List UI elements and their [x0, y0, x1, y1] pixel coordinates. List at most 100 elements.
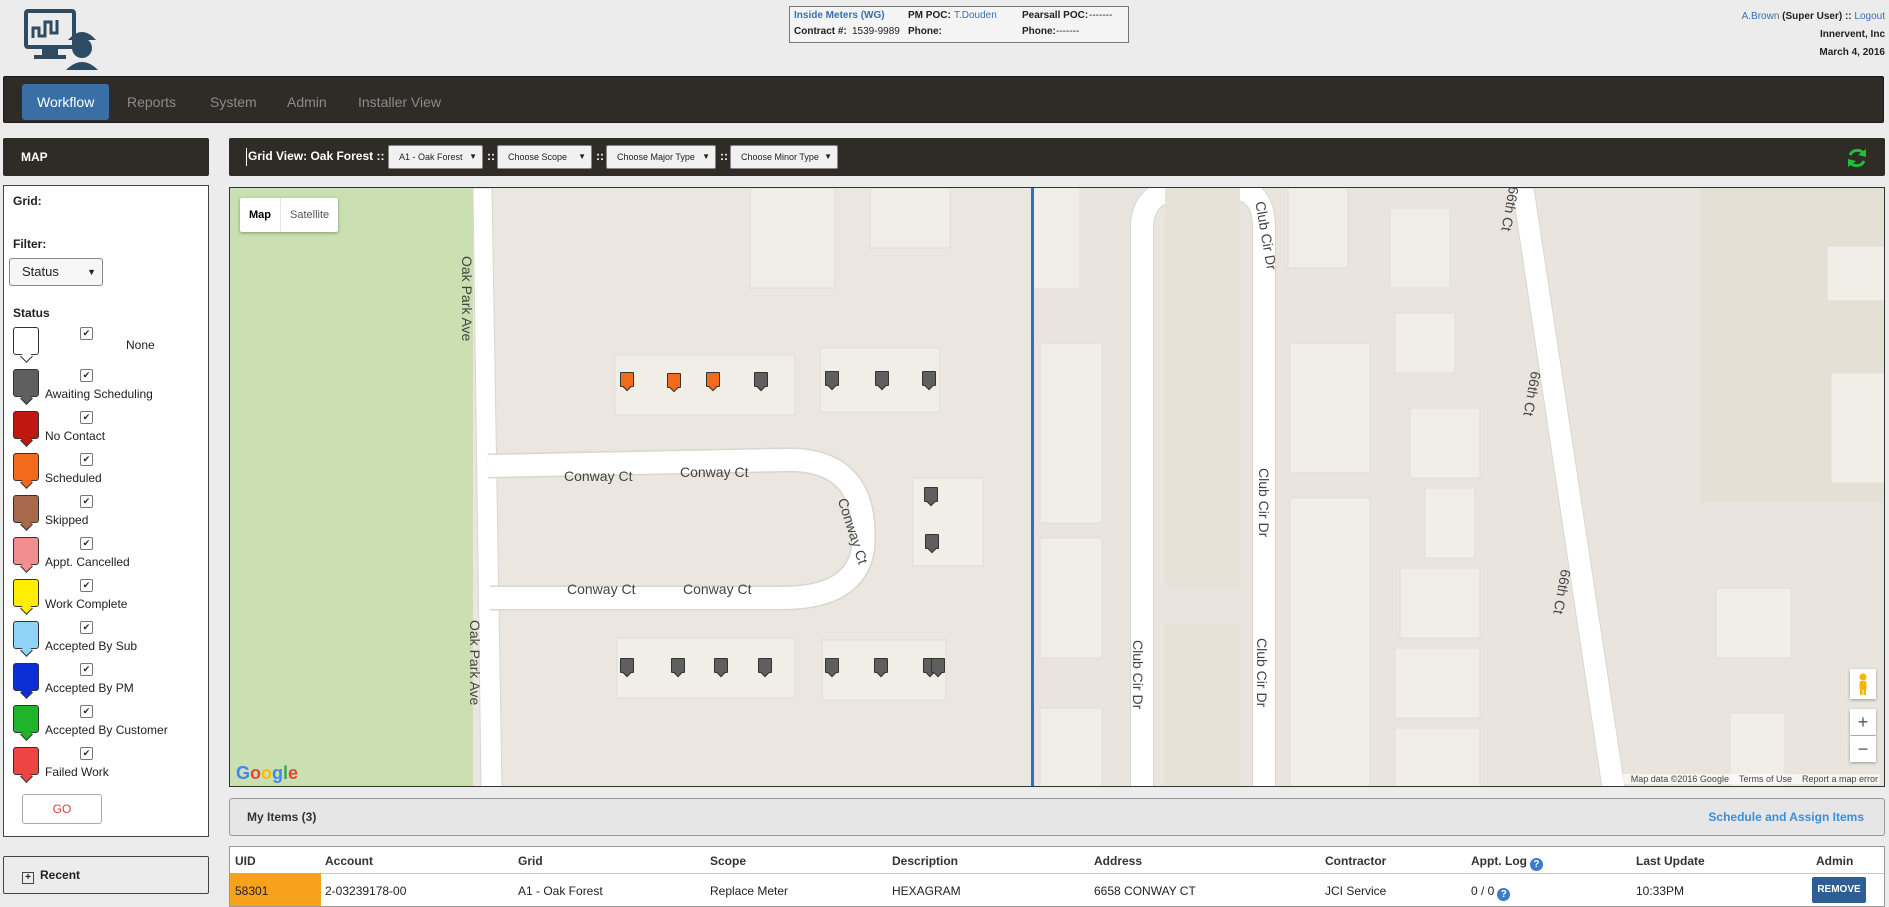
toolbar-separator: :: — [720, 149, 728, 163]
meter-marker-icon[interactable] — [758, 658, 772, 673]
user-company: Innervent, Inc — [1819, 29, 1885, 40]
scope-select-value: Choose Scope — [508, 152, 568, 162]
meter-marker-icon[interactable] — [667, 373, 681, 388]
status-checkbox[interactable]: ✔ — [80, 663, 93, 676]
status-pin-icon — [13, 747, 39, 775]
meter-marker-icon[interactable] — [874, 658, 888, 673]
scope-select[interactable]: Choose Scope ▼ — [497, 145, 592, 169]
meter-marker-icon[interactable] — [875, 371, 889, 386]
map-filter-panel: Grid: Filter: Status ▼ Status ✔ None ✔ Awai… — [3, 185, 209, 837]
cell-uid[interactable]: 58301 — [235, 884, 268, 898]
column-header-scope: Scope — [710, 854, 747, 868]
help-icon[interactable]: ? — [1497, 888, 1511, 901]
chevron-down-icon: ▼ — [578, 152, 586, 161]
pearsall-poc-value: ------- — [1089, 10, 1113, 21]
zoom-in-button[interactable]: + — [1850, 709, 1876, 735]
status-label: Appt. Cancelled — [45, 555, 130, 569]
status-checkbox[interactable]: ✔ — [80, 621, 93, 634]
report-map-error-link[interactable]: Report a map error — [1802, 774, 1878, 784]
contract-value: 1539-9989 — [852, 26, 900, 37]
column-header-description: Description — [892, 854, 959, 868]
minor-type-select-value: Choose Minor Type — [741, 152, 819, 162]
chevron-down-icon: ▼ — [87, 267, 96, 277]
road-label: Club Cir Dr — [1256, 468, 1272, 538]
road-label: Oak Park Ave — [459, 256, 475, 342]
meter-marker-icon[interactable] — [754, 372, 768, 387]
map-type-satellite-button[interactable]: Satellite — [280, 198, 338, 232]
meter-marker-icon[interactable] — [714, 658, 728, 673]
status-checkbox[interactable]: ✔ — [80, 369, 93, 382]
logout-link[interactable]: Logout — [1854, 11, 1885, 22]
status-label: Work Complete — [45, 597, 128, 611]
status-checkbox[interactable]: ✔ — [80, 495, 93, 508]
meter-marker-icon[interactable] — [931, 658, 945, 673]
go-button[interactable]: GO — [22, 794, 102, 824]
status-label: Accepted By Sub — [45, 639, 138, 653]
status-checkbox[interactable]: ✔ — [80, 747, 93, 760]
status-checkbox[interactable]: ✔ — [80, 453, 93, 466]
status-label: Skipped — [45, 513, 89, 527]
column-header-grid: Grid — [518, 854, 543, 868]
meter-marker-icon[interactable] — [620, 658, 634, 673]
status-label: Accepted By Customer — [45, 723, 168, 737]
status-row: ✔ Scheduled — [4, 453, 204, 495]
main-navigation: Workflow Reports System Admin Installer … — [3, 76, 1884, 123]
map-data-credit: Map data ©2016 Google — [1630, 774, 1729, 784]
column-header-address: Address — [1094, 854, 1143, 868]
nav-installer-view[interactable]: Installer View — [343, 84, 456, 120]
user-name-link[interactable]: A.Brown — [1742, 11, 1780, 22]
map-view[interactable]: Oak Park Ave Oak Park Ave Conway Ct Conw… — [229, 187, 1885, 787]
status-checkbox[interactable]: ✔ — [80, 579, 93, 592]
meter-marker-icon[interactable] — [922, 371, 936, 386]
meter-marker-icon[interactable] — [671, 658, 685, 673]
status-checkbox[interactable]: ✔ — [80, 327, 93, 340]
meter-marker-icon[interactable] — [924, 487, 938, 502]
pegman-icon[interactable] — [1850, 669, 1876, 699]
status-pin-icon — [13, 663, 39, 691]
help-icon[interactable]: ? — [1529, 858, 1543, 871]
nav-system[interactable]: System — [195, 84, 272, 120]
status-label: Awaiting Scheduling — [45, 387, 153, 401]
status-label: Failed Work — [45, 765, 109, 779]
nav-workflow[interactable]: Workflow — [22, 84, 110, 120]
cell-description: HEXAGRAM — [892, 884, 961, 898]
status-checkbox[interactable]: ✔ — [80, 537, 93, 550]
major-type-select[interactable]: Choose Major Type ▼ — [606, 145, 716, 169]
chevron-down-icon: ▼ — [824, 152, 832, 161]
status-label: Accepted By PM — [45, 681, 134, 695]
pm-poc-value[interactable]: T.Douden — [954, 10, 997, 21]
terms-of-use-link[interactable]: Terms of Use — [1739, 774, 1792, 784]
meter-marker-icon[interactable] — [825, 371, 839, 386]
company-link[interactable]: Inside Meters (WG) — [794, 10, 885, 21]
filter-label: Filter: — [13, 237, 47, 251]
status-checkbox[interactable]: ✔ — [80, 705, 93, 718]
refresh-icon[interactable] — [1845, 146, 1869, 170]
company-logo-icon — [22, 8, 102, 70]
status-row: ✔ No Contact — [4, 411, 204, 453]
nav-admin[interactable]: Admin — [272, 84, 342, 120]
my-items-title: My Items (3) — [247, 810, 317, 824]
status-checkbox[interactable]: ✔ — [80, 411, 93, 424]
meter-marker-icon[interactable] — [706, 372, 720, 387]
filter-select[interactable]: Status ▼ — [9, 258, 103, 286]
current-date: March 4, 2016 — [1819, 47, 1885, 58]
meter-marker-icon[interactable] — [620, 372, 634, 387]
status-pin-icon — [13, 621, 39, 649]
cell-grid: A1 - Oak Forest — [518, 884, 603, 898]
nav-reports[interactable]: Reports — [112, 84, 191, 120]
recent-panel-toggle[interactable]: + Recent — [3, 856, 209, 894]
status-label: No Contact — [45, 429, 106, 443]
minor-type-select[interactable]: Choose Minor Type ▼ — [730, 145, 838, 169]
road-label: Conway Ct — [683, 581, 752, 597]
user-role: (Super User) :: — [1782, 11, 1852, 22]
grid-view-label: Grid View: Oak Forest :: — [248, 149, 385, 163]
zoom-out-button[interactable]: − — [1850, 736, 1876, 762]
status-row: ✔ Accepted By Customer — [4, 705, 204, 747]
schedule-assign-link[interactable]: Schedule and Assign Items — [1708, 810, 1864, 824]
column-header-contractor: Contractor — [1325, 854, 1387, 868]
remove-button[interactable]: REMOVE — [1812, 877, 1866, 903]
map-type-map-button[interactable]: Map — [240, 198, 280, 232]
meter-marker-icon[interactable] — [825, 658, 839, 673]
meter-marker-icon[interactable] — [925, 534, 939, 549]
grid-select[interactable]: A1 - Oak Forest ▼ — [388, 145, 483, 169]
